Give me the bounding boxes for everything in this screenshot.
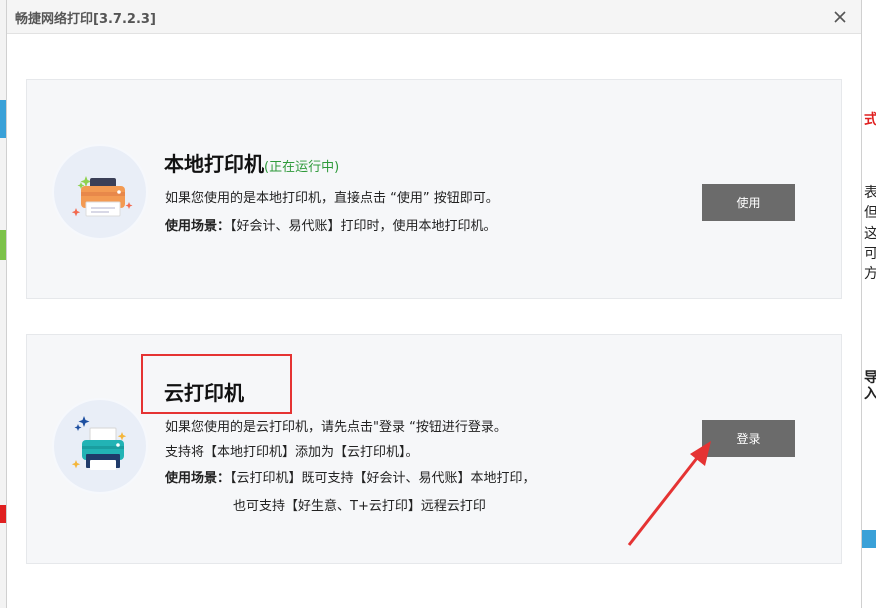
title-bar: 畅捷网络打印[3.7.2.3] xyxy=(7,0,861,34)
scene-label: 使用场景： xyxy=(165,219,231,234)
scene-label: 使用场景： xyxy=(165,471,231,486)
local-printer-heading: 本地打印机(正在运行中) xyxy=(164,152,340,176)
login-button[interactable]: 登录 xyxy=(702,420,795,457)
cloud-printer-icon xyxy=(52,398,148,494)
background-app-right: 式 表 但 这 可 方 导入 xyxy=(862,0,876,608)
annotation-highlight-box xyxy=(141,354,292,414)
window-title: 畅捷网络打印[3.7.2.3] xyxy=(15,12,156,27)
cloud-printer-support: 支持将【本地打印机】添加为【云打印机】。 xyxy=(165,445,419,460)
local-printer-description: 如果您使用的是本地打印机，直接点击 “使用” 按钮即可。 xyxy=(165,191,499,206)
close-icon xyxy=(834,11,846,23)
cloud-printer-description: 如果您使用的是云打印机，请先点击"登录 “按钮进行登录。 xyxy=(165,420,507,435)
local-printer-scene: 使用场景：【好会计、易代账】打印时，使用本地打印机。 xyxy=(165,219,497,234)
network-print-dialog: 畅捷网络打印[3.7.2.3] 本地打印机(正在运行中) 如果您使用的是本地打印… xyxy=(6,0,862,608)
local-printer-icon xyxy=(52,144,148,240)
close-button[interactable] xyxy=(829,6,851,28)
cloud-printer-scene-continued: 也可支持【好生意、T+云打印】远程云打印 xyxy=(233,499,486,514)
local-printer-panel: 本地打印机(正在运行中) 如果您使用的是本地打印机，直接点击 “使用” 按钮即可… xyxy=(26,79,842,299)
use-button[interactable]: 使用 xyxy=(702,184,795,221)
cloud-printer-scene: 使用场景：【云打印机】既可支持【好会计、易代账】本地打印， xyxy=(165,471,536,486)
running-status: (正在运行中) xyxy=(264,160,340,175)
